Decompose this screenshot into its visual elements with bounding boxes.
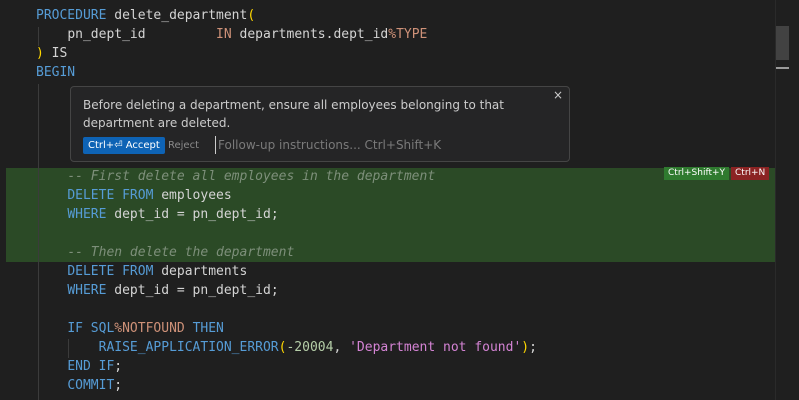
code-line-8: -- Then delete the department [36,243,294,262]
keyword: WHERE [67,207,107,222]
paren: ) [36,46,44,61]
paren: ( [247,8,256,23]
code-line-11: IF SQL%NOTFOUND THEN [36,319,224,338]
accept-button[interactable]: Ctrl+⏎ Accept [83,137,165,154]
condition: dept_id = pn_dept_id; [114,207,279,222]
code-editor[interactable]: PROCEDURE delete_department( pn_dept_id … [0,0,775,400]
keyword: DELETE FROM [67,188,154,203]
keyword: IS [51,46,68,61]
string-literal: 'Department not found' [349,340,522,355]
close-icon[interactable]: × [551,88,565,102]
param-mode: IN [216,27,232,42]
code-line-13: END IF; [36,357,122,376]
code-line-9: DELETE FROM departments [36,262,247,281]
semicolon: ; [529,340,537,355]
function-name: RAISE_APPLICATION_ERROR [98,340,279,355]
vertical-scrollbar[interactable] [775,0,799,400]
semicolon: ; [114,378,123,393]
paren: ) [521,340,530,355]
code-line-10: WHERE dept_id = pn_dept_id; [36,281,279,300]
inline-chat-widget: Before deleting a department, ensure all… [70,86,570,162]
column-ref: departments.dept_id [239,27,389,42]
keyword: WHERE [67,283,107,298]
scrollbar-thumb[interactable] [776,26,789,60]
code-line-4: BEGIN [36,63,75,82]
keyword: SQL [90,321,115,336]
type-attr: %TYPE [388,27,428,42]
keyword: PROCEDURE [36,8,107,23]
table-name: employees [161,188,232,203]
keyword: IF [67,321,83,336]
reject-button[interactable]: Reject [166,137,201,154]
followup-input[interactable] [215,136,518,154]
code-line-3: ) IS [36,44,67,63]
number-literal: -20004 [286,340,334,355]
code-line-14: COMMIT; [36,376,122,395]
scrollbar-position-marker [776,67,789,69]
condition: dept_id = pn_dept_id; [114,283,279,298]
comment: -- Then delete the department [67,245,295,260]
code-line-6: DELETE FROM employees [36,186,232,205]
reject-change-shortcut[interactable]: Ctrl+N [731,167,770,180]
keyword: BEGIN [36,65,76,80]
param-name: pn_dept_id [67,27,146,42]
comment: -- First delete all employees in the dep… [67,169,436,184]
keyword: COMMIT [67,378,115,393]
accept-change-shortcut[interactable]: Ctrl+Shift+Y [664,167,730,180]
procedure-name: delete_department [114,8,248,23]
code-line-7: WHERE dept_id = pn_dept_id; [36,205,279,224]
cursor-attr: %NOTFOUND [114,321,185,336]
code-line-1: PROCEDURE delete_department( [36,6,255,25]
semicolon: ; [114,359,123,374]
keyword: DELETE FROM [67,264,154,279]
keyword: THEN [192,321,224,336]
code-line-5: -- First delete all employees in the dep… [36,167,435,186]
chat-message: Before deleting a department, ensure all… [83,98,504,130]
separator: , [333,340,350,355]
keyword: END IF [67,359,115,374]
code-line-12: RAISE_APPLICATION_ERROR(-20004, 'Departm… [36,338,537,357]
table-name: departments [161,264,248,279]
code-line-2: pn_dept_id IN departments.dept_id%TYPE [36,25,427,44]
